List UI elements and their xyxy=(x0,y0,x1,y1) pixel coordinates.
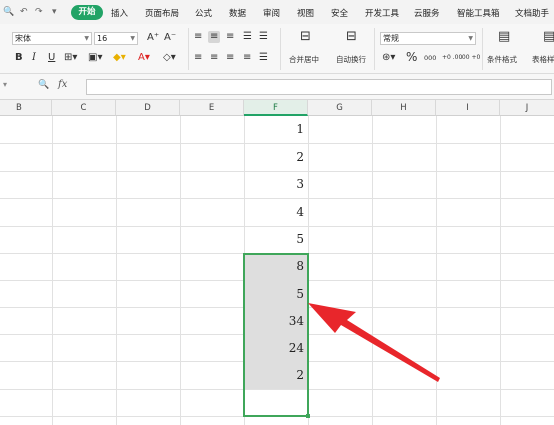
arrow-shape xyxy=(308,303,440,382)
annotation-arrow-icon xyxy=(308,303,440,382)
